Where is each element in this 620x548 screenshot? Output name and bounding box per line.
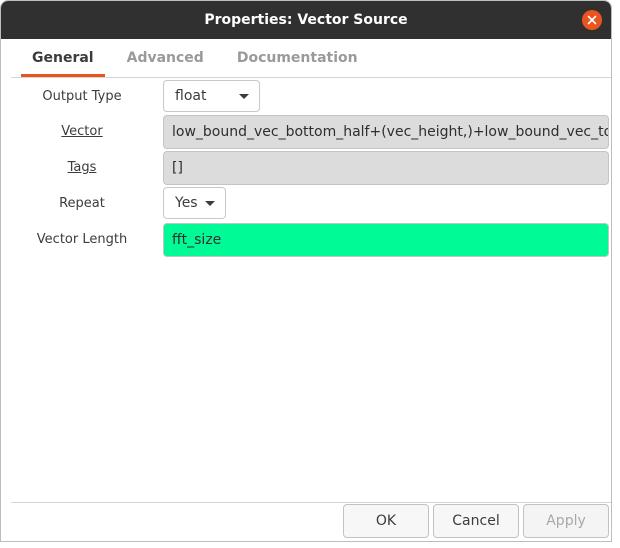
cancel-button[interactable]: Cancel	[433, 504, 519, 538]
tab-documentation[interactable]: Documentation	[226, 39, 369, 77]
vector-length-row: Vector Length fft_size	[11, 223, 611, 257]
repeat-label: Repeat	[59, 196, 105, 211]
general-panel: Output Type float Vector low_bound_vec_b…	[11, 78, 611, 502]
output-type-value: float	[175, 88, 207, 104]
tags-input[interactable]: []	[163, 151, 609, 185]
output-type-label: Output Type	[42, 89, 122, 104]
vector-row: Vector low_bound_vec_bottom_half+(vec_he…	[11, 115, 611, 149]
output-type-row: Output Type float	[11, 80, 611, 114]
repeat-value: Yes	[175, 195, 198, 211]
chevron-down-icon	[239, 94, 249, 99]
properties-dialog: Properties: Vector Source General Advanc…	[0, 0, 612, 542]
ok-button[interactable]: OK	[343, 504, 429, 538]
title-bar: Properties: Vector Source	[1, 1, 611, 39]
tab-advanced[interactable]: Advanced	[116, 39, 215, 77]
repeat-row: Repeat Yes	[11, 187, 611, 221]
close-icon	[587, 15, 597, 25]
chevron-down-icon	[205, 201, 215, 206]
tags-row: Tags []	[11, 151, 611, 185]
close-button[interactable]	[582, 10, 602, 30]
vector-length-input[interactable]: fft_size	[163, 223, 609, 257]
vector-length-label: Vector Length	[36, 232, 128, 247]
repeat-dropdown[interactable]: Yes	[163, 187, 226, 219]
tab-general[interactable]: General	[21, 39, 105, 77]
vector-input[interactable]: low_bound_vec_bottom_half+(vec_height,)+…	[163, 115, 609, 149]
tags-label: Tags	[67, 160, 97, 175]
vector-label: Vector	[61, 124, 103, 139]
output-type-dropdown[interactable]: float	[163, 80, 260, 112]
apply-button[interactable]: Apply	[523, 504, 609, 538]
button-bar: OK Cancel Apply	[11, 502, 611, 541]
tab-bar: General Advanced Documentation	[11, 39, 611, 78]
window-title: Properties: Vector Source	[204, 12, 408, 28]
